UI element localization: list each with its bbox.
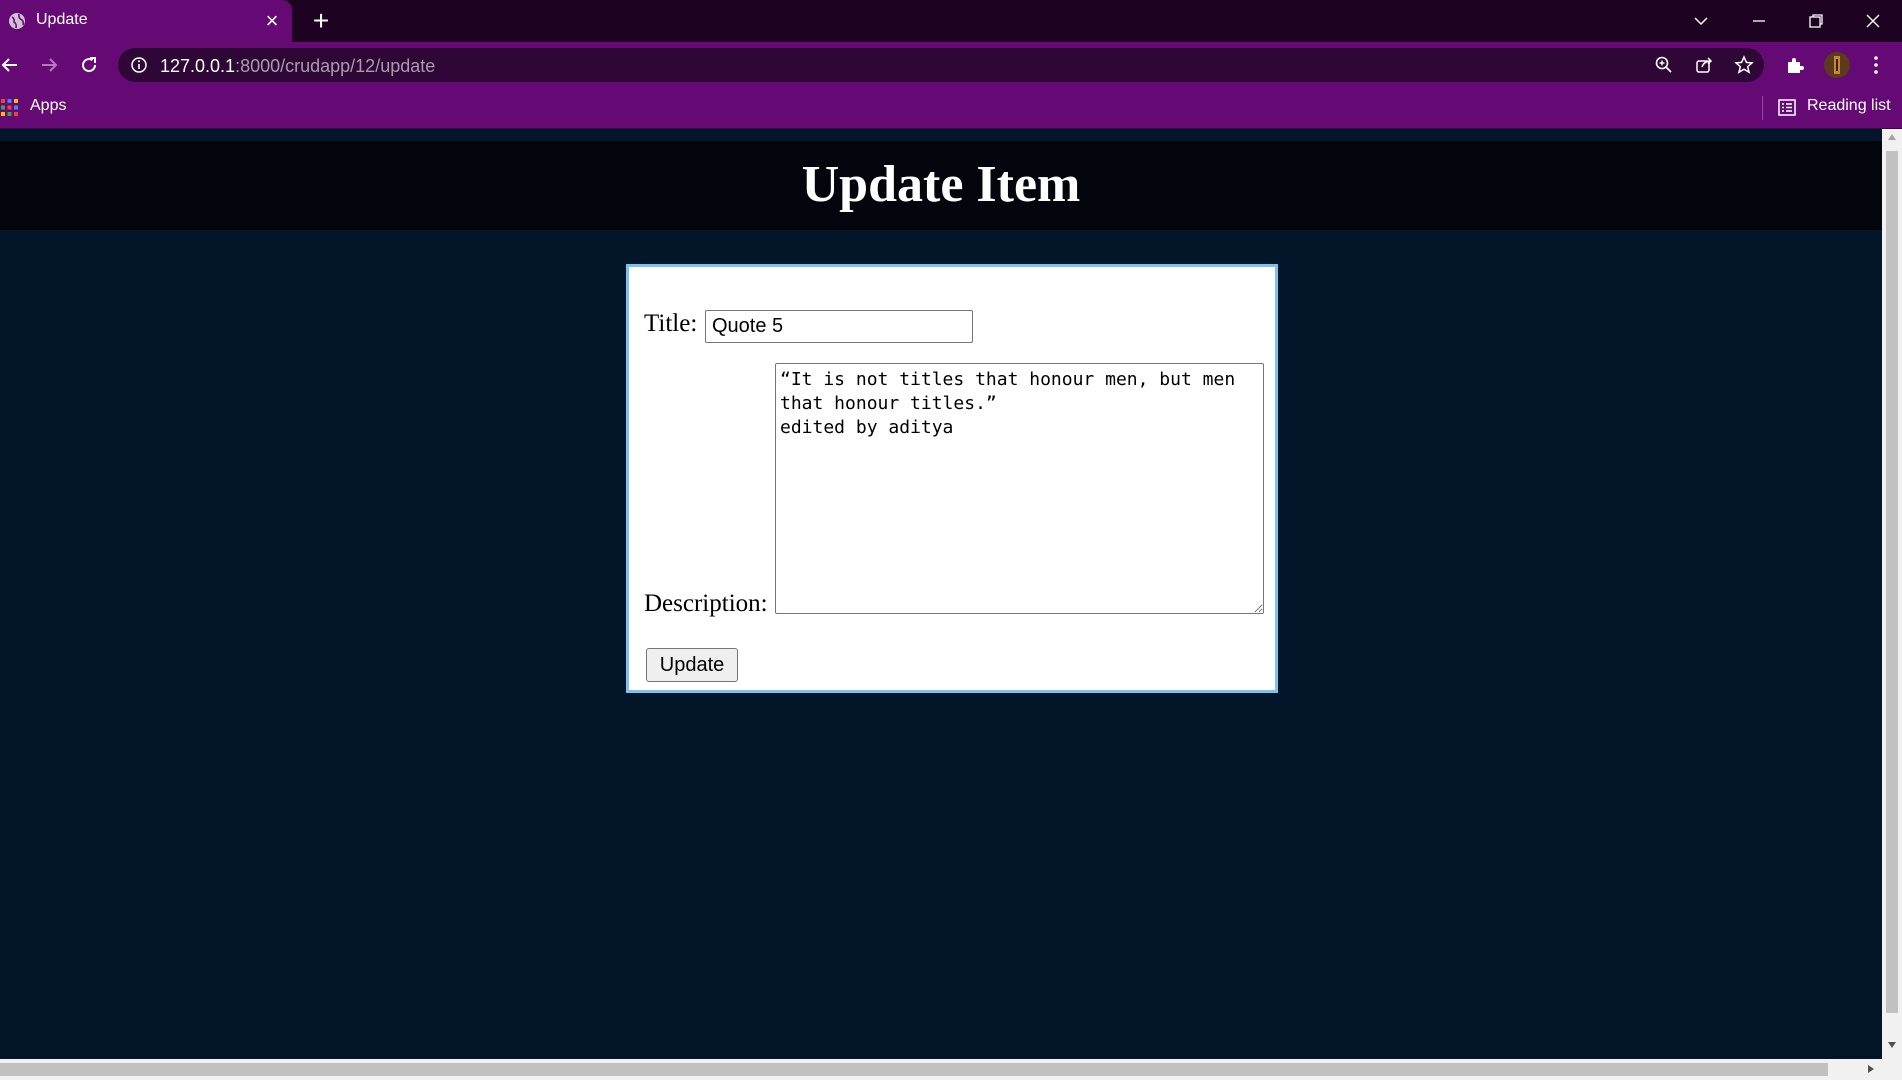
url-text[interactable]: 127.0.0.1:8000/crudapp/12/update — [160, 56, 435, 77]
horizontal-scroll-thumb[interactable] — [0, 1063, 1828, 1076]
scroll-up-icon[interactable] — [1888, 134, 1896, 140]
globe-icon — [9, 13, 25, 29]
info-icon[interactable] — [130, 56, 148, 74]
forward-arrow-icon[interactable] — [37, 53, 61, 77]
minimize-icon[interactable] — [1748, 10, 1770, 32]
bookmarks-bar: Apps Reading list — [0, 88, 1902, 129]
back-arrow-icon[interactable] — [0, 53, 22, 77]
menu-dots-icon[interactable] — [1864, 53, 1888, 77]
browser-tab[interactable]: Update × — [0, 0, 292, 42]
update-form: Title: Description: “It is not titles th… — [626, 264, 1278, 693]
extensions-icon[interactable] — [1783, 53, 1807, 77]
address-bar[interactable]: 127.0.0.1:8000/crudapp/12/update — [118, 48, 1764, 82]
bookmarks-divider — [1762, 96, 1763, 120]
page-viewport: Update Item Title: Description: “It is n… — [0, 129, 1882, 1059]
page-header: Update Item — [0, 141, 1882, 230]
vertical-scroll-thumb[interactable] — [1886, 151, 1898, 1013]
browser-toolbar: 127.0.0.1:8000/crudapp/12/update — [0, 42, 1902, 88]
tab-search-icon[interactable] — [1690, 10, 1712, 32]
profile-avatar-icon[interactable] — [1823, 51, 1851, 79]
scroll-down-icon[interactable] — [1888, 1042, 1896, 1048]
share-icon[interactable] — [1694, 55, 1714, 75]
close-icon[interactable]: × — [262, 10, 282, 32]
tab-title: Update — [36, 11, 88, 28]
horizontal-scrollbar[interactable] — [0, 1059, 1902, 1080]
description-textarea[interactable]: “It is not titles that honour men, but m… — [775, 363, 1264, 614]
title-label: Title: — [644, 310, 698, 337]
reload-icon[interactable] — [77, 53, 101, 77]
update-button[interactable]: Update — [646, 648, 738, 682]
restore-icon[interactable] — [1805, 10, 1827, 32]
reading-list-icon — [1778, 99, 1796, 116]
description-label: Description: — [644, 590, 768, 617]
title-input[interactable] — [705, 310, 973, 343]
apps-grid-icon — [1, 99, 18, 116]
reading-list-label: Reading list — [1807, 97, 1891, 114]
star-icon[interactable] — [1734, 55, 1754, 75]
zoom-icon[interactable] — [1654, 55, 1674, 75]
apps-label: Apps — [30, 97, 67, 114]
scroll-right-icon[interactable] — [1868, 1065, 1874, 1073]
close-window-icon[interactable] — [1862, 10, 1884, 32]
vertical-scrollbar[interactable] — [1882, 129, 1902, 1059]
page-title: Update Item — [801, 156, 1081, 213]
tab-strip: Update × + — [0, 0, 1902, 42]
plus-icon[interactable]: + — [309, 7, 333, 35]
